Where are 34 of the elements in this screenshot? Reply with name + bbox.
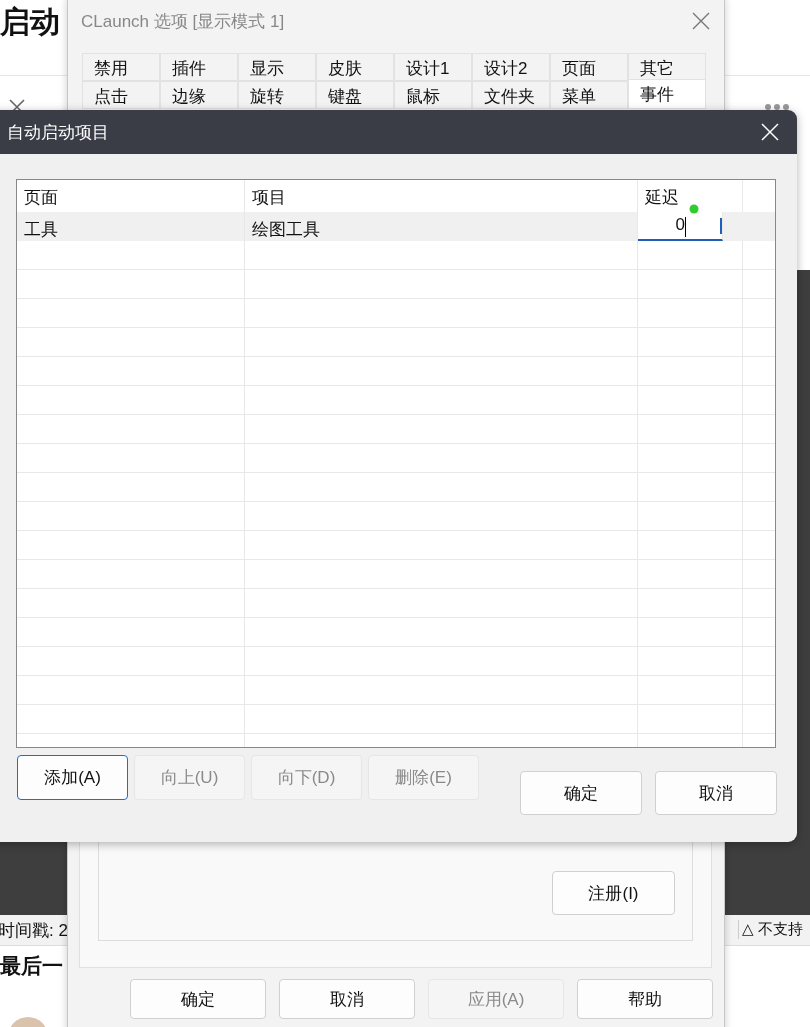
page-heading: 启动	[0, 4, 60, 40]
window-title: 自动启动项目	[7, 121, 109, 144]
list-button[interactable]: 添加(A)	[17, 755, 128, 800]
dialog-button[interactable]: 确定	[520, 771, 642, 815]
indicator-dot	[689, 204, 699, 214]
status-warning: △ 不支持	[738, 920, 803, 939]
dialog-button[interactable]: 取消	[279, 979, 415, 1019]
window-title: CLaunch 选项 [显示模式 1]	[81, 10, 285, 33]
dialog-button[interactable]: 帮助	[577, 979, 713, 1019]
tab[interactable]: 边缘	[160, 81, 238, 109]
tab[interactable]: 事件	[628, 79, 706, 109]
more-icon[interactable]	[764, 103, 790, 111]
tab[interactable]: 设计1	[394, 53, 472, 81]
tab[interactable]: 禁用	[82, 53, 160, 81]
dialog-button[interactable]: 取消	[655, 771, 777, 815]
section-heading: 最后一	[0, 953, 63, 979]
tab[interactable]: 鼠标	[394, 81, 472, 109]
tab[interactable]: 皮肤	[316, 53, 394, 81]
tab[interactable]: 显示	[238, 53, 316, 81]
tab[interactable]: 设计2	[472, 53, 550, 81]
tab[interactable]: 键盘	[316, 81, 394, 109]
register-button[interactable]: 注册(I)	[552, 871, 675, 915]
delay-input[interactable]: 0	[638, 212, 723, 241]
tab[interactable]: 页面	[550, 53, 628, 81]
tab[interactable]: 文件夹	[472, 81, 550, 109]
list-row[interactable]: 工具 绘图工具 0	[17, 212, 775, 241]
table-cell: 工具	[17, 212, 245, 241]
tab[interactable]: 点击	[82, 81, 160, 109]
dialog-button[interactable]: 确定	[130, 979, 266, 1019]
tab[interactable]: 旋转	[238, 81, 316, 109]
tab[interactable]: 菜单	[550, 81, 628, 109]
status-text: 时间戳: 2	[0, 920, 68, 942]
tab[interactable]: 插件	[160, 53, 238, 81]
tab[interactable]: 其它	[628, 53, 706, 81]
